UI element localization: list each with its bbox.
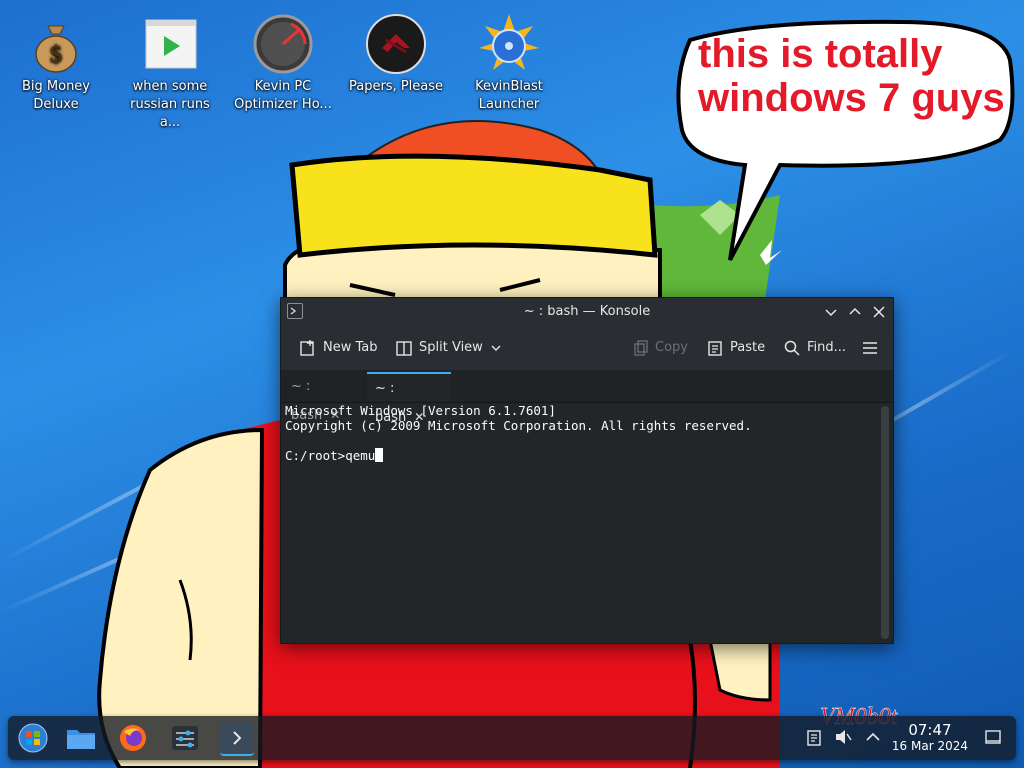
copy-label: Copy <box>655 340 688 355</box>
konsole-toolbar: New Tab Split View Copy Paste Find... <box>281 326 893 370</box>
show-hidden-icons-button[interactable] <box>864 728 882 750</box>
desktop-icon-label: Kevin PC <box>254 79 312 94</box>
speech-bubble-text: this is totally windows 7 guys <box>698 32 1005 120</box>
desktop-icon-label: Papers, Please <box>348 79 444 94</box>
speech-bubble-line: this is totally <box>698 32 943 76</box>
chevron-down-icon <box>825 309 837 317</box>
volume-muted-icon[interactable] <box>834 728 852 750</box>
close-window-button[interactable] <box>869 302 889 322</box>
show-desktop-icon <box>985 730 1001 744</box>
video-file-icon <box>138 12 202 76</box>
paste-button[interactable]: Paste <box>706 338 765 358</box>
terminal-scrollbar[interactable] <box>881 406 889 639</box>
desktop-icon-papers-please[interactable]: Papers, Please <box>346 8 446 96</box>
konsole-icon <box>233 731 242 745</box>
paste-label: Paste <box>730 340 766 355</box>
terminal-line: Copyright (c) 2009 Microsoft Corporation… <box>285 418 752 433</box>
desktop-icon-label: russian runs a... <box>130 97 210 130</box>
desktop-icon-label: Launcher <box>478 97 540 112</box>
clock-time: 07:47 <box>908 721 952 739</box>
chevron-down-icon <box>491 345 501 351</box>
terminal-output[interactable]: Microsoft Windows [Version 6.1.7601] Copy… <box>285 403 875 639</box>
firefox-icon[interactable] <box>116 722 150 754</box>
desktop-icon-kevinblast-launcher[interactable]: KevinBlast Launcher <box>459 8 559 114</box>
maximize-button[interactable] <box>845 302 865 322</box>
money-bag-icon: $ <box>24 12 88 76</box>
tab-bash-2[interactable]: ~ : bash ✕ <box>367 372 451 425</box>
speedometer-icon <box>251 12 315 76</box>
clock-date: 16 Mar 2024 <box>891 739 968 753</box>
konsole-taskbar-button[interactable] <box>220 722 254 756</box>
split-view-button[interactable]: Split View <box>395 338 503 358</box>
new-tab-icon <box>300 340 314 356</box>
find-button[interactable]: Find... <box>783 338 846 358</box>
show-desktop-button[interactable] <box>984 728 1002 750</box>
start-orb-icon[interactable] <box>16 722 50 754</box>
text-cursor <box>375 448 384 462</box>
desktop-icon-label: when some <box>132 79 208 94</box>
desktop-icon-label: Deluxe <box>33 97 79 112</box>
tab-bar: ~ : bash ✕ ~ : bash ✕ <box>281 370 893 425</box>
new-tab-button[interactable]: New Tab <box>299 338 378 358</box>
terminal-prompt-line: C:/root>qemu <box>285 448 875 463</box>
window-titlebar[interactable]: ~ : bash — Konsole <box>281 298 893 326</box>
desktop-icon-big-money-deluxe[interactable]: $ Big Money Deluxe <box>6 8 106 114</box>
chevron-up-icon <box>866 732 880 741</box>
file-manager-icon[interactable] <box>64 722 98 754</box>
search-icon <box>784 340 800 356</box>
desktop-icon-label: Optimizer Ho... <box>234 97 332 112</box>
split-view-label: Split View <box>419 340 483 355</box>
copy-icon <box>634 340 648 356</box>
tab-bash-1[interactable]: ~ : bash ✕ <box>283 372 365 423</box>
chevron-up-icon <box>849 307 861 315</box>
desktop-icon-video[interactable]: when some russian runs a... <box>120 8 220 132</box>
taskbar: 07:47 16 Mar 2024 <box>8 716 1016 760</box>
new-tab-label: New Tab <box>323 340 378 355</box>
papers-please-icon <box>364 12 428 76</box>
terminal-prompt: C:/root>qemu <box>285 448 376 463</box>
close-icon <box>873 306 885 318</box>
copy-button[interactable]: Copy <box>631 338 688 358</box>
minimize-button[interactable] <box>821 302 841 322</box>
paste-icon <box>708 341 722 356</box>
clipboard-icon[interactable] <box>806 728 822 750</box>
hamburger-menu-icon <box>863 342 877 354</box>
clock[interactable]: 07:47 16 Mar 2024 <box>892 722 968 754</box>
desktop-icon-label: Big Money <box>21 79 90 94</box>
split-view-icon <box>396 341 412 356</box>
disc-burn-icon <box>477 12 541 76</box>
konsole-window[interactable]: ~ : bash — Konsole New Tab Split View Co… <box>280 297 894 644</box>
svg-text:$: $ <box>50 42 62 68</box>
speech-bubble-line: windows 7 guys <box>698 76 1005 120</box>
system-settings-icon[interactable] <box>168 722 202 754</box>
find-label: Find... <box>807 340 847 355</box>
desktop-icon-kevin-pc-optimizer[interactable]: Kevin PC Optimizer Ho... <box>233 8 333 114</box>
window-title: ~ : bash — Konsole <box>523 304 651 319</box>
desktop-icon-label: KevinBlast <box>475 79 543 94</box>
hamburger-menu-button[interactable] <box>861 338 879 358</box>
terminal-line: Microsoft Windows [Version 6.1.7601] <box>285 403 556 418</box>
